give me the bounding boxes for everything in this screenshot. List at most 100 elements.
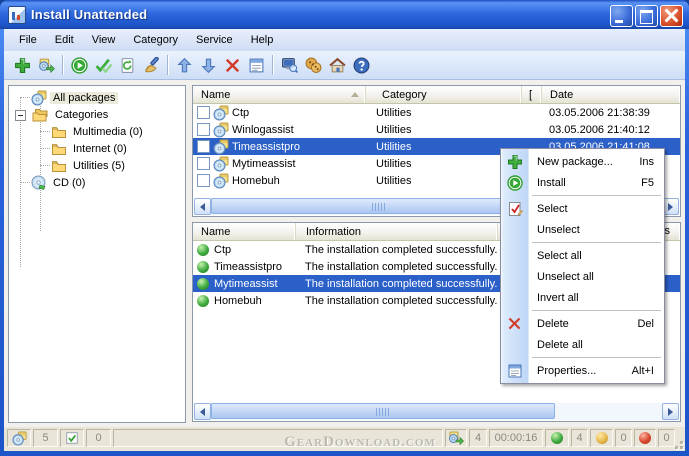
statusbar-success-icon-panel	[545, 429, 569, 447]
menu-service[interactable]: Service	[187, 31, 242, 49]
collapse-expander[interactable]	[15, 110, 26, 121]
package-cd-icon	[213, 156, 229, 172]
toolbar-button-move-up[interactable]	[172, 53, 196, 77]
packages-table-header: Name Category [ Date	[193, 86, 680, 104]
sidebar-item-utilities[interactable]: Utilities (5)	[9, 157, 185, 174]
statusbar-warning-icon-panel	[590, 429, 613, 447]
resize-grip[interactable]	[670, 436, 683, 449]
folder-icon	[51, 158, 67, 174]
sidebar-tree: All packages Categories Multimedia (0) I…	[8, 85, 186, 423]
statusbar-elapsed-time: 00:00:16	[489, 429, 543, 447]
menu-item-delete[interactable]: Delete Del	[501, 313, 664, 334]
statusbar-packages-icon-panel	[7, 429, 31, 447]
green-ball-icon	[197, 261, 209, 273]
computer-icon	[281, 57, 298, 74]
menu-item-select[interactable]: Select	[501, 198, 664, 219]
menu-category[interactable]: Category	[124, 31, 187, 49]
menu-view[interactable]: View	[83, 31, 125, 49]
form-icon	[501, 363, 528, 379]
row-checkbox[interactable]	[197, 157, 210, 170]
row-checkbox[interactable]	[197, 123, 210, 136]
horizontal-scrollbar	[194, 403, 679, 420]
toolbar-button-move-down[interactable]	[196, 53, 220, 77]
package-cd-icon	[213, 122, 229, 138]
home-icon	[329, 57, 346, 74]
column-header-date[interactable]: Date	[542, 86, 680, 103]
folder-icon	[51, 141, 67, 157]
minimize-button[interactable]	[610, 5, 633, 27]
scroll-left-button[interactable]	[194, 403, 211, 420]
minimize-icon	[615, 20, 623, 23]
statusbar-warning-count: 0	[615, 429, 632, 447]
menu-item-new-package[interactable]: New package... Ins	[501, 151, 664, 172]
menu-separator	[532, 310, 661, 311]
toolbar-button-select[interactable]	[91, 53, 115, 77]
toolbar-button-new-package[interactable]	[10, 53, 34, 77]
sidebar-item-cd[interactable]: CD (0)	[9, 174, 185, 191]
menu-item-unselect[interactable]: Unselect	[501, 219, 664, 240]
sidebar-item-multimedia[interactable]: Multimedia (0)	[9, 123, 185, 140]
statusbar-install-icon-panel	[445, 429, 467, 447]
menu-item-delete-all[interactable]: Delete all	[501, 334, 664, 355]
column-header-name[interactable]: Name	[193, 86, 366, 103]
package-arrow-up-icon	[38, 57, 55, 74]
column-header-clipped[interactable]: [	[522, 86, 542, 103]
context-menu: New package... Ins Install F5 Select Uns…	[500, 148, 665, 384]
menu-item-unselect-all[interactable]: Unselect all	[501, 266, 664, 287]
package-cd-icon	[12, 431, 27, 446]
toolbar-button-install[interactable]	[67, 53, 91, 77]
menu-file[interactable]: File	[10, 31, 46, 49]
row-checkbox[interactable]	[197, 140, 210, 153]
column-header-information[interactable]: Information	[296, 223, 498, 240]
folders-icon	[31, 107, 49, 123]
menu-item-select-all[interactable]: Select all	[501, 245, 664, 266]
statusbar-error-icon-panel	[634, 429, 656, 447]
menu-help[interactable]: Help	[242, 31, 283, 49]
toolbar-button-package-export[interactable]	[34, 53, 58, 77]
package-cd-icon	[213, 139, 229, 155]
sidebar-item-all-packages[interactable]: All packages	[9, 89, 185, 106]
column-header-category[interactable]: Category	[366, 86, 522, 103]
scroll-left-button[interactable]	[194, 198, 211, 215]
maximize-button[interactable]	[635, 5, 658, 27]
table-row[interactable]: Winlogassist Utilities 03.05.2006 21:40:…	[193, 121, 680, 138]
statusbar-success-count: 4	[571, 429, 588, 447]
toolbar-button-properties[interactable]	[244, 53, 268, 77]
toolbar-button-cookies[interactable]	[301, 53, 325, 77]
toolbar-button-view-computer[interactable]	[277, 53, 301, 77]
row-checkbox[interactable]	[197, 106, 210, 119]
scrollbar-thumb[interactable]	[211, 403, 555, 419]
scrollbar-track[interactable]	[211, 403, 662, 420]
toolbar	[4, 51, 685, 80]
toolbar-button-clean[interactable]	[139, 53, 163, 77]
scrollbar-thumb[interactable]	[211, 198, 547, 214]
toolbar-separator	[62, 55, 63, 75]
menu-item-properties[interactable]: Properties... Alt+I	[501, 360, 664, 381]
toolbar-button-refresh[interactable]	[115, 53, 139, 77]
sidebar-item-categories[interactable]: Categories	[9, 106, 185, 123]
statusbar-packages-selected: 0	[86, 429, 111, 447]
toolbar-separator	[272, 55, 273, 75]
toolbar-button-delete[interactable]	[220, 53, 244, 77]
toolbar-button-home[interactable]	[325, 53, 349, 77]
checkbox-check-icon	[65, 431, 79, 445]
help-icon	[353, 57, 370, 74]
menu-edit[interactable]: Edit	[46, 31, 83, 49]
menu-item-install[interactable]: Install F5	[501, 172, 664, 193]
column-header-name[interactable]: Name	[193, 223, 296, 240]
app-icon	[8, 6, 26, 24]
scroll-right-button[interactable]	[662, 403, 679, 420]
row-checkbox[interactable]	[197, 174, 210, 187]
menu-separator	[532, 195, 661, 196]
sidebar-item-internet[interactable]: Internet (0)	[9, 140, 185, 157]
table-row[interactable]: Ctp Utilities 03.05.2006 21:38:39	[193, 104, 680, 121]
chevron-right-icon	[668, 408, 673, 416]
menu-item-invert-all[interactable]: Invert all	[501, 287, 664, 308]
toolbar-button-help[interactable]	[349, 53, 373, 77]
package-cd-icon	[213, 173, 229, 189]
cd-icon	[31, 175, 47, 191]
close-button[interactable]	[660, 5, 683, 27]
package-cd-icon	[31, 90, 47, 106]
play-icon	[71, 57, 88, 74]
sort-ascending-icon	[351, 92, 359, 97]
